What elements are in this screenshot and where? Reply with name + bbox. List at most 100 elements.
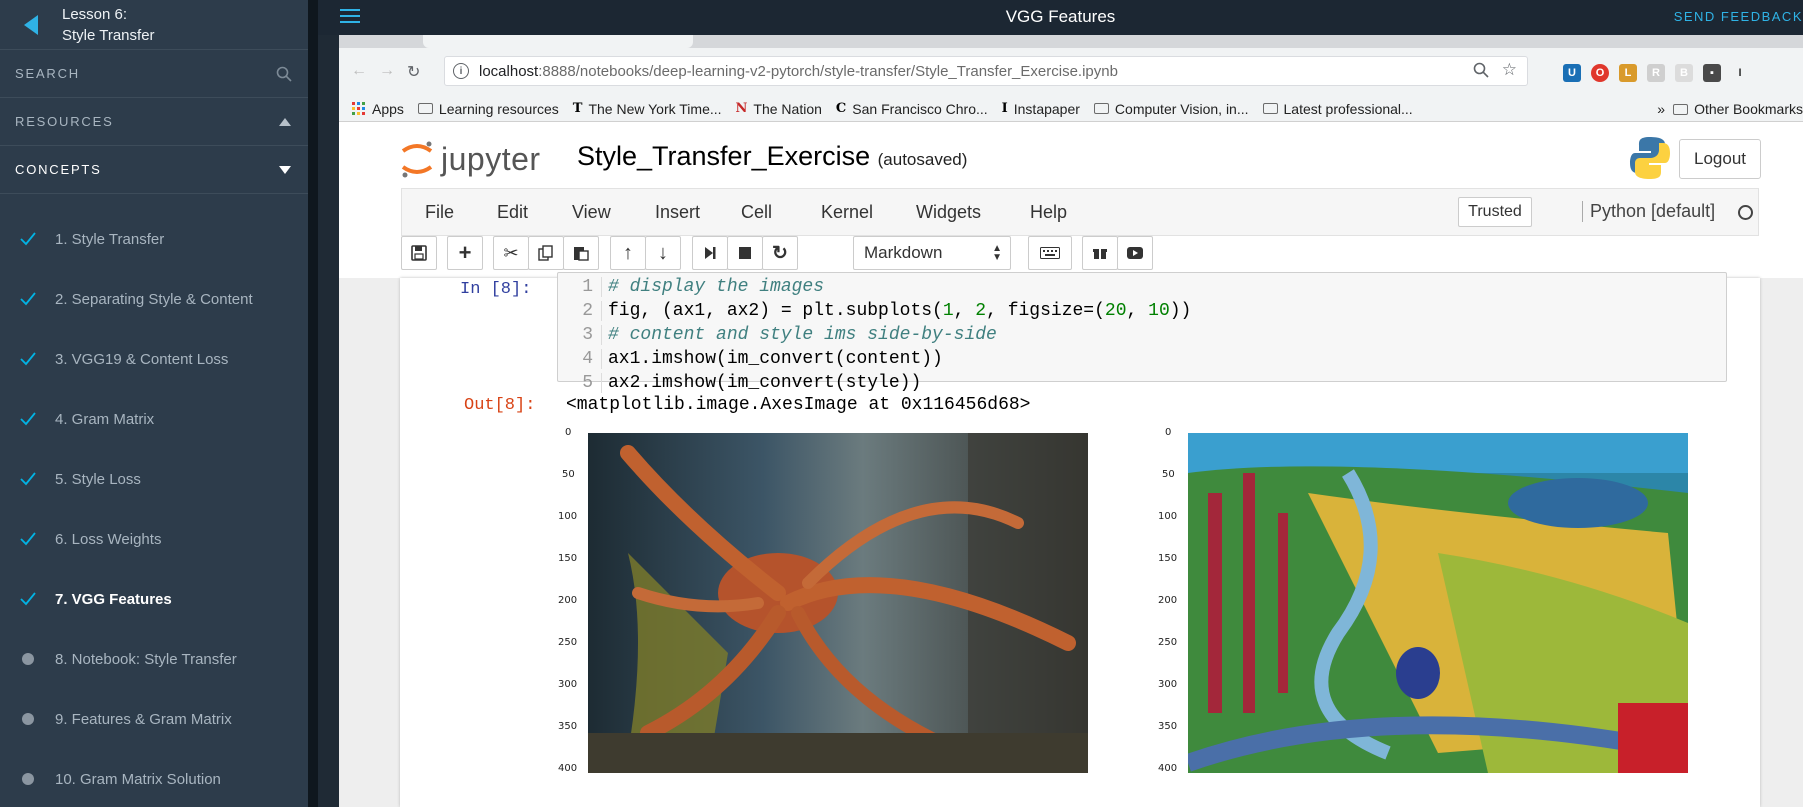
trusted-indicator[interactable]: Trusted	[1458, 197, 1532, 227]
bookmark-star-icon[interactable]: ☆	[1502, 60, 1517, 80]
search-icon[interactable]	[276, 66, 292, 82]
bookmark-item[interactable]: N The Nation	[736, 101, 822, 117]
concept-item[interactable]: 8. Notebook: Style Transfer	[0, 629, 308, 689]
check-icon	[19, 472, 36, 486]
menu-widgets[interactable]: Widgets	[916, 202, 981, 223]
line-number: 5	[558, 373, 602, 393]
concept-item[interactable]: 9. Features & Gram Matrix	[0, 689, 308, 749]
bookmark-label: Latest professional...	[1283, 100, 1413, 117]
extension-u-icon[interactable]: U	[1563, 64, 1581, 82]
concept-list: 1. Style Transfer 2. Separating Style & …	[0, 209, 308, 807]
code-comment: # display the images	[608, 277, 825, 297]
search-row[interactable]: SEARCH	[0, 50, 308, 98]
concept-label: 2. Separating Style & Content	[55, 290, 253, 308]
concept-item[interactable]: 1. Style Transfer	[0, 209, 308, 269]
other-bookmarks[interactable]: Other Bookmarks	[1694, 101, 1803, 117]
restart-icon: ↻	[772, 242, 788, 264]
bookmark-item[interactable]: T The New York Time...	[573, 101, 722, 117]
lesson-header[interactable]: Lesson 6: Style Transfer	[0, 0, 308, 50]
back-icon[interactable]: ←	[351, 62, 367, 82]
overflow-chevron-icon[interactable]: »	[1657, 101, 1665, 117]
scissors-icon: ✂	[503, 242, 519, 263]
cut-button[interactable]: ✂	[493, 236, 529, 270]
notebook-area: In [8]: 1 # display the images 2 fig, (ax1…	[339, 272, 1803, 807]
run-button[interactable]	[692, 236, 728, 270]
extension-opera-icon[interactable]: O	[1591, 64, 1609, 82]
folder-icon	[1262, 103, 1278, 114]
info-icon[interactable]: i	[453, 63, 469, 79]
extension-loco-icon[interactable]: L	[1619, 64, 1637, 82]
step-forward-icon	[705, 247, 716, 259]
code-text: fig, (ax1, ax2) = plt.subplots(	[608, 301, 943, 321]
jupyter-logo[interactable]: jupyter	[399, 139, 541, 179]
insert-cell-button[interactable]: +	[447, 236, 483, 270]
concept-item[interactable]: 4. Gram Matrix	[0, 389, 308, 449]
python-logo-icon	[1630, 137, 1670, 179]
bookmark-item[interactable]: C San Francisco Chro...	[836, 101, 988, 117]
move-down-button[interactable]: ↓	[645, 236, 681, 270]
bookmark-item[interactable]: Latest professional...	[1262, 100, 1413, 117]
menu-help[interactable]: Help	[1030, 202, 1067, 223]
youtube-button[interactable]	[1117, 236, 1153, 270]
bookmark-item[interactable]: Apps	[352, 101, 404, 117]
classroom-sidebar: Lesson 6: Style Transfer SEARCH RESOURCE…	[0, 0, 308, 807]
menu-kernel[interactable]: Kernel	[821, 202, 873, 223]
concept-item-active[interactable]: 7. VGG Features	[0, 569, 308, 629]
code-number: 2	[975, 301, 987, 321]
code-cell-editor[interactable]: 1 # display the images 2 fig, (ax1, ax2) =…	[557, 272, 1727, 393]
notebook-name[interactable]: Style_Transfer_Exercise (autosaved)	[577, 141, 967, 172]
concepts-row[interactable]: CONCEPTS	[0, 146, 308, 194]
bookmarks-overflow: » Other Bookmarks	[1657, 96, 1803, 122]
sfchron-icon: C	[835, 101, 847, 116]
back-arrow-icon[interactable]	[0, 14, 62, 36]
extension-b-icon[interactable]: B	[1675, 64, 1693, 82]
y-tick-label: 250	[558, 637, 578, 648]
forward-icon[interactable]: →	[379, 62, 395, 82]
resources-row[interactable]: RESOURCES	[0, 98, 308, 146]
kernel-name[interactable]: Python [default]	[1582, 201, 1715, 222]
gift-button[interactable]	[1082, 236, 1118, 270]
reload-icon[interactable]: ↻	[407, 62, 420, 82]
browser-tab[interactable]	[423, 35, 693, 48]
command-palette-button[interactable]	[1028, 236, 1072, 270]
menu-edit[interactable]: Edit	[497, 202, 528, 223]
concept-item[interactable]: 6. Loss Weights	[0, 509, 308, 569]
copy-button[interactable]	[528, 236, 564, 270]
logout-button[interactable]: Logout	[1679, 139, 1761, 179]
url-text[interactable]: localhost:8888/notebooks/deep-learning-v…	[479, 63, 1118, 80]
address-bar[interactable]: i localhost:8888/notebooks/deep-learning…	[444, 56, 1528, 86]
lesson-title: Style Transfer	[62, 26, 155, 44]
concept-item[interactable]: 10. Gram Matrix Solution	[0, 749, 308, 807]
browser-toolbar: ← → ↻ i localhost:8888/notebooks/deep-le…	[339, 48, 1803, 96]
cell-type-select[interactable]: Markdown ▲ ▼	[853, 236, 1011, 270]
menu-view[interactable]: View	[572, 202, 611, 223]
extension-game-icon[interactable]: ▪	[1703, 64, 1721, 82]
search-label: SEARCH	[15, 66, 80, 81]
concept-item[interactable]: 2. Separating Style & Content	[0, 269, 308, 329]
concept-item[interactable]: 3. VGG19 & Content Loss	[0, 329, 308, 389]
bookmark-item[interactable]: Computer Vision, in...	[1093, 101, 1249, 117]
caret-up-icon[interactable]	[278, 117, 292, 127]
y-tick-label: 350	[1158, 721, 1178, 732]
y-tick-label: 250	[1158, 637, 1178, 648]
extension-i-icon[interactable]: I	[1731, 64, 1749, 82]
bookmark-item[interactable]: Learning resources	[417, 101, 559, 117]
interrupt-button[interactable]	[727, 236, 763, 270]
concept-label: 6. Loss Weights	[55, 530, 162, 548]
send-feedback-link[interactable]: SEND FEEDBACK	[1674, 9, 1803, 24]
select-arrows-icon: ▲ ▼	[992, 243, 1002, 263]
extension-r-icon[interactable]: R	[1647, 64, 1665, 82]
line-number: 3	[558, 325, 602, 345]
menu-insert[interactable]: Insert	[655, 202, 700, 223]
zoom-icon[interactable]	[1473, 62, 1489, 78]
bookmark-item[interactable]: I Instapaper	[1002, 101, 1080, 117]
move-up-button[interactable]: ↑	[610, 236, 646, 270]
restart-button[interactable]: ↻	[762, 236, 798, 270]
url-host: localhost	[479, 62, 539, 80]
paste-button[interactable]	[563, 236, 599, 270]
menu-file[interactable]: File	[425, 202, 454, 223]
menu-cell[interactable]: Cell	[741, 202, 772, 223]
save-button[interactable]	[401, 236, 437, 270]
caret-down-icon[interactable]	[278, 165, 292, 175]
concept-item[interactable]: 5. Style Loss	[0, 449, 308, 509]
